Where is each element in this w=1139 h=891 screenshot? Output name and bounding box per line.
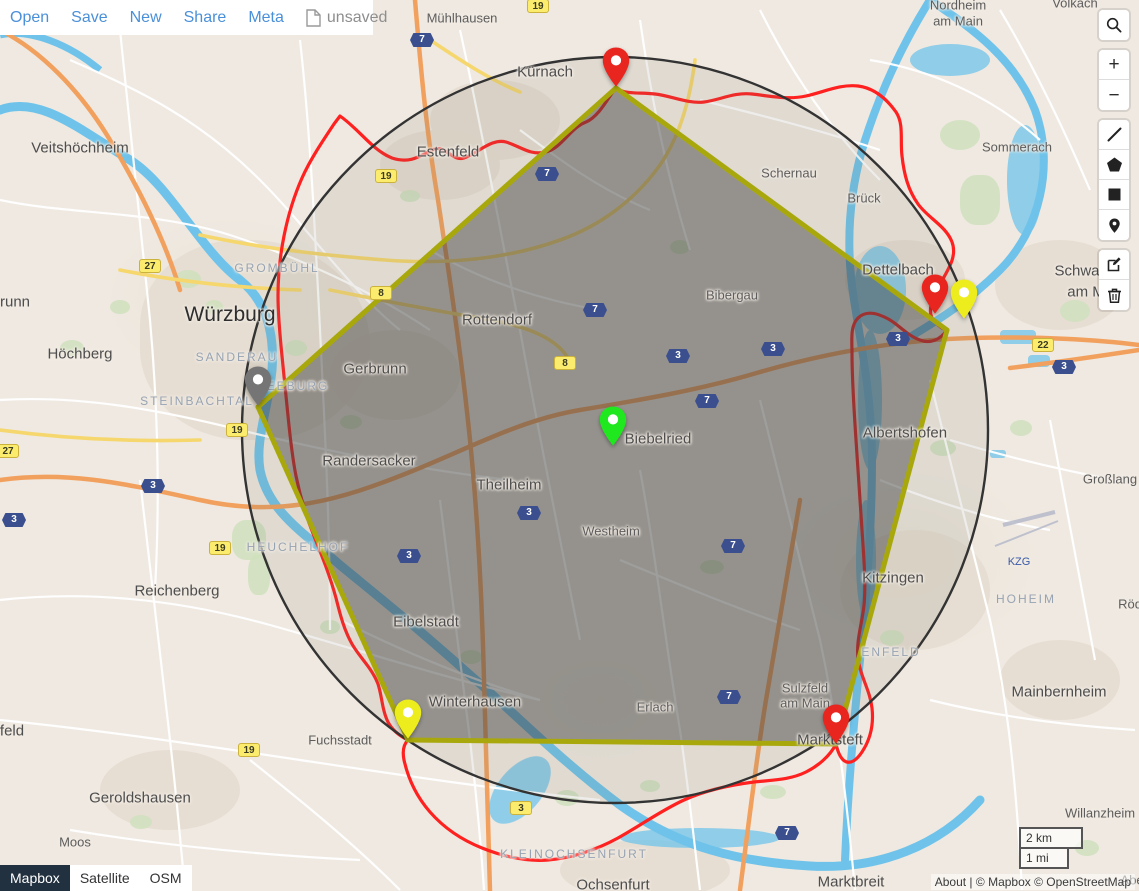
meta-button[interactable]: Meta (248, 9, 284, 27)
layer-option-satellite[interactable]: Satellite (70, 865, 140, 891)
search-icon[interactable] (1099, 10, 1129, 40)
road-shield: 3 (761, 342, 785, 356)
road-shield: 7 (775, 826, 799, 840)
edit-control (1099, 250, 1129, 310)
share-button[interactable]: Share (184, 9, 227, 27)
scale-metric: 2 km (1019, 827, 1083, 849)
document-status: unsaved (306, 8, 388, 27)
road-shield: 19 (209, 541, 231, 555)
document-icon (306, 8, 321, 27)
scale-bar: 2 km 1 mi (1019, 827, 1083, 869)
road-shield: 3 (2, 513, 26, 527)
top-toolbar: Open Save New Share Meta unsaved (0, 0, 387, 35)
map-vector-layer (0, 0, 1139, 891)
map-controls: + − (1099, 10, 1129, 310)
edit-layers-icon[interactable] (1099, 250, 1129, 280)
road-shield: 22 (1032, 338, 1054, 352)
zoom-out-button[interactable]: − (1099, 80, 1129, 110)
zoom-control: + − (1099, 50, 1129, 110)
road-shield: 3 (886, 332, 910, 346)
attrib-separator: | (969, 875, 973, 889)
road-shield: 19 (375, 169, 397, 183)
delete-layers-icon[interactable] (1099, 280, 1129, 310)
marker-southeast[interactable] (821, 703, 851, 745)
road-shield: 7 (583, 303, 607, 317)
osm-link[interactable]: © OpenStreetMap (1034, 875, 1131, 889)
map-canvas[interactable]: Mühlhausen Kürnach Nordheim am Main Volkach E… (0, 0, 1139, 891)
road-shield: 27 (0, 444, 19, 458)
road-shield: 3 (510, 801, 532, 815)
road-shield: 3 (666, 349, 690, 363)
road-shield: 7 (410, 33, 434, 47)
draw-polygon-icon[interactable] (1099, 150, 1129, 180)
open-button[interactable]: Open (10, 9, 49, 27)
save-button[interactable]: Save (71, 9, 107, 27)
marker-east-red[interactable] (920, 273, 950, 315)
road-shield: 3 (1052, 360, 1076, 374)
map-attribution: About | © Mapbox © OpenStreetMap (930, 874, 1135, 890)
road-shield: 19 (527, 0, 549, 13)
new-button[interactable]: New (130, 9, 162, 27)
marker-center[interactable] (598, 405, 628, 447)
document-status-label: unsaved (326, 8, 388, 26)
about-link[interactable]: About (935, 875, 966, 889)
road-shield: 7 (721, 539, 745, 553)
road-shield: 7 (717, 690, 741, 704)
zoom-in-button[interactable]: + (1099, 50, 1129, 80)
road-shield: 19 (238, 743, 260, 757)
marker-north[interactable] (601, 46, 631, 88)
draw-rectangle-icon[interactable] (1099, 180, 1129, 210)
road-shield: 7 (535, 167, 559, 181)
road-shield: 3 (141, 479, 165, 493)
road-shield: 8 (554, 356, 576, 370)
scale-imperial: 1 mi (1019, 849, 1069, 869)
marker-east-yellow[interactable] (949, 278, 979, 320)
road-shield: 7 (695, 394, 719, 408)
marker-southwest[interactable] (393, 698, 423, 740)
road-shield: 3 (397, 549, 421, 563)
layer-option-osm[interactable]: OSM (140, 865, 192, 891)
layer-option-mapbox[interactable]: Mapbox (0, 865, 70, 891)
layer-switcher: Mapbox Satellite OSM (0, 865, 192, 891)
road-shield: 19 (226, 423, 248, 437)
search-control (1099, 10, 1129, 40)
draw-marker-icon[interactable] (1099, 210, 1129, 240)
mapbox-link[interactable]: © Mapbox (976, 875, 1031, 889)
road-shield: 8 (370, 286, 392, 300)
road-shield: 27 (139, 259, 161, 273)
draw-line-icon[interactable] (1099, 120, 1129, 150)
road-shield: 3 (517, 506, 541, 520)
marker-west-gray[interactable] (243, 365, 273, 407)
map-application: Mühlhausen Kürnach Nordheim am Main Volkach E… (0, 0, 1139, 891)
draw-control (1099, 120, 1129, 240)
